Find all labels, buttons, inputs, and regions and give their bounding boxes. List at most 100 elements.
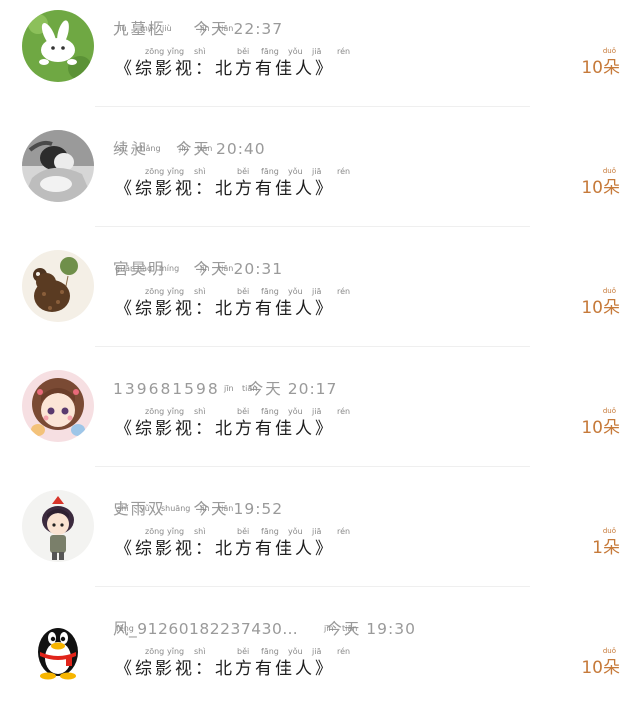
gift-count: 10朵: [581, 298, 620, 318]
message-pinyin: zōng: [145, 167, 165, 176]
message-pinyin: fāng: [261, 287, 279, 296]
message-pinyin: jiā: [312, 647, 322, 656]
name-pinyin: jiù: [162, 24, 172, 33]
message-pinyin: yǐng: [167, 407, 185, 416]
message-pinyin: jiā: [312, 527, 322, 536]
message-pinyin: běi: [237, 287, 250, 296]
message-pinyin: běi: [237, 47, 250, 56]
message-pinyin: jiā: [312, 167, 322, 176]
anime-girl-avatar-icon: [22, 370, 94, 442]
message-pinyin: jiā: [312, 407, 322, 416]
avatar[interactable]: [22, 250, 94, 322]
name-pinyin: jiǔ: [117, 24, 127, 33]
sender-meta: guān hào míng jīn tiān 官昊明 今天 20:31: [113, 258, 283, 280]
list-item[interactable]: guān hào míng jīn tiān 官昊明 今天 20:31 《综影视：…: [0, 240, 640, 360]
sender-name[interactable]: 风_91260182237430…: [113, 620, 298, 638]
divider: [95, 466, 530, 467]
today-pinyin: jīn: [200, 504, 210, 513]
gift-count-pinyin: duǒ: [602, 527, 616, 535]
gift-message: 《综影视：北方有佳人》 zōng yǐng shì běi fāng yǒu jiā rén: [115, 647, 350, 680]
name-pinyin: míng: [159, 264, 180, 273]
timestamp: 20:40: [215, 140, 266, 158]
gift-message: 《综影视：北方有佳人》 zōng yǐng shì běi fāng yǒu jiā rén: [115, 167, 350, 200]
name-pinyin: hào: [137, 264, 152, 273]
message-pinyin: yǒu: [288, 647, 303, 656]
sender-name[interactable]: 139681598: [113, 380, 220, 398]
sender-meta: jiǔ mù jiù jīn tiān 九墓柩 今天 22:37: [113, 18, 283, 40]
message-text: 《综影视：北方有佳人》: [115, 179, 335, 199]
gift-count-pinyin: duǒ: [602, 167, 616, 175]
message-pinyin: běi: [237, 527, 250, 536]
list-item[interactable]: jīn tiān 139681598 今天 20:17 《综影视：北方有佳人》 z…: [0, 360, 640, 480]
name-pinyin: guān: [115, 264, 136, 273]
name-pinyin: mù: [140, 24, 153, 33]
message-pinyin: yǐng: [167, 527, 185, 536]
message-text: 《综影视：北方有佳人》: [115, 659, 335, 679]
message-pinyin: fāng: [261, 47, 279, 56]
message-pinyin: shì: [194, 407, 206, 416]
message-pinyin: shì: [194, 527, 206, 536]
message-pinyin: yǒu: [288, 407, 303, 416]
gift-message: 《综影视：北方有佳人》 zōng yǐng shì běi fāng yǒu jiā rén: [115, 287, 350, 320]
message-pinyin: jiā: [312, 287, 322, 296]
name-pinyin: shǐ: [117, 504, 129, 513]
message-pinyin: shì: [194, 647, 206, 656]
message-pinyin: zōng: [145, 527, 165, 536]
today-pinyin: tiān: [342, 624, 358, 633]
message-pinyin: fāng: [261, 647, 279, 656]
message-pinyin: shì: [194, 287, 206, 296]
divider: [95, 346, 530, 347]
today-pinyin: tiān: [197, 144, 213, 153]
gift-message: 《综影视：北方有佳人》 zōng yǐng shì běi fāng yǒu jiā rén: [115, 47, 350, 80]
qq-penguin-avatar-icon: [22, 610, 94, 682]
message-text: 《综影视：北方有佳人》: [115, 59, 335, 79]
message-pinyin: yǒu: [288, 287, 303, 296]
name-pinyin: fēng: [116, 624, 134, 633]
divider: [95, 226, 530, 227]
green-rabbit-avatar-icon: [22, 10, 94, 82]
today-pinyin: jīn: [224, 384, 234, 393]
avatar[interactable]: [22, 130, 94, 202]
sender-meta: xù chǎng jīn tiān 续昶 今天 20:40: [113, 138, 266, 160]
name-pinyin: xù: [117, 144, 127, 153]
message-text: 《综影视：北方有佳人》: [115, 299, 335, 319]
list-item[interactable]: xù chǎng jīn tiān 续昶 今天 20:40 《综影视：北方有佳人》…: [0, 120, 640, 240]
message-text: 《综影视：北方有佳人》: [115, 419, 335, 439]
message-pinyin: rén: [337, 527, 351, 536]
gift-count: 10朵: [581, 418, 620, 438]
message-pinyin: yǐng: [167, 47, 185, 56]
timestamp: 20:17: [287, 380, 338, 398]
bw-photo-avatar-icon: [22, 130, 94, 202]
avatar[interactable]: [22, 610, 94, 682]
today-pinyin: jīn: [324, 624, 334, 633]
avatar[interactable]: [22, 370, 94, 442]
sender-meta: shǐ yǔ shuāng jīn tiān 史雨双 今天 19:52: [113, 498, 283, 520]
chibi-girl-avatar-icon: [22, 490, 94, 562]
message-pinyin: rén: [337, 407, 351, 416]
message-pinyin: fāng: [261, 407, 279, 416]
message-pinyin: zōng: [145, 407, 165, 416]
message-pinyin: yǒu: [288, 167, 303, 176]
list-item[interactable]: jiǔ mù jiù jīn tiān 九墓柩 今天 22:37 《综影视：北方有…: [0, 0, 640, 120]
bear-balloon-avatar-icon: [22, 250, 94, 322]
avatar[interactable]: [22, 10, 94, 82]
gift-count-pinyin: duǒ: [602, 287, 616, 295]
gift-list: jiǔ mù jiù jīn tiān 九墓柩 今天 22:37 《综影视：北方有…: [0, 0, 640, 703]
sender-meta: jīn tiān 139681598 今天 20:17: [113, 378, 337, 400]
timestamp: 19:52: [233, 500, 284, 518]
today-pinyin: tiān: [218, 504, 234, 513]
today-pinyin: tiān: [218, 24, 234, 33]
timestamp: 19:30: [366, 620, 416, 638]
message-pinyin: běi: [237, 407, 250, 416]
gift-count-pinyin: duǒ: [602, 647, 616, 655]
today-pinyin: tiān: [218, 264, 234, 273]
list-item[interactable]: shǐ yǔ shuāng jīn tiān 史雨双 今天 19:52 《综影视：…: [0, 480, 640, 600]
gift-message: 《综影视：北方有佳人》 zōng yǐng shì běi fāng yǒu jiā rén: [115, 527, 350, 560]
message-pinyin: běi: [237, 167, 250, 176]
message-pinyin: fāng: [261, 167, 279, 176]
message-pinyin: jiā: [312, 47, 322, 56]
message-pinyin: shì: [194, 167, 206, 176]
message-text: 《综影视：北方有佳人》: [115, 539, 335, 559]
list-item[interactable]: fēng jīn tiān 风_91260182237430… 今天 19:30 …: [0, 600, 640, 720]
avatar[interactable]: [22, 490, 94, 562]
